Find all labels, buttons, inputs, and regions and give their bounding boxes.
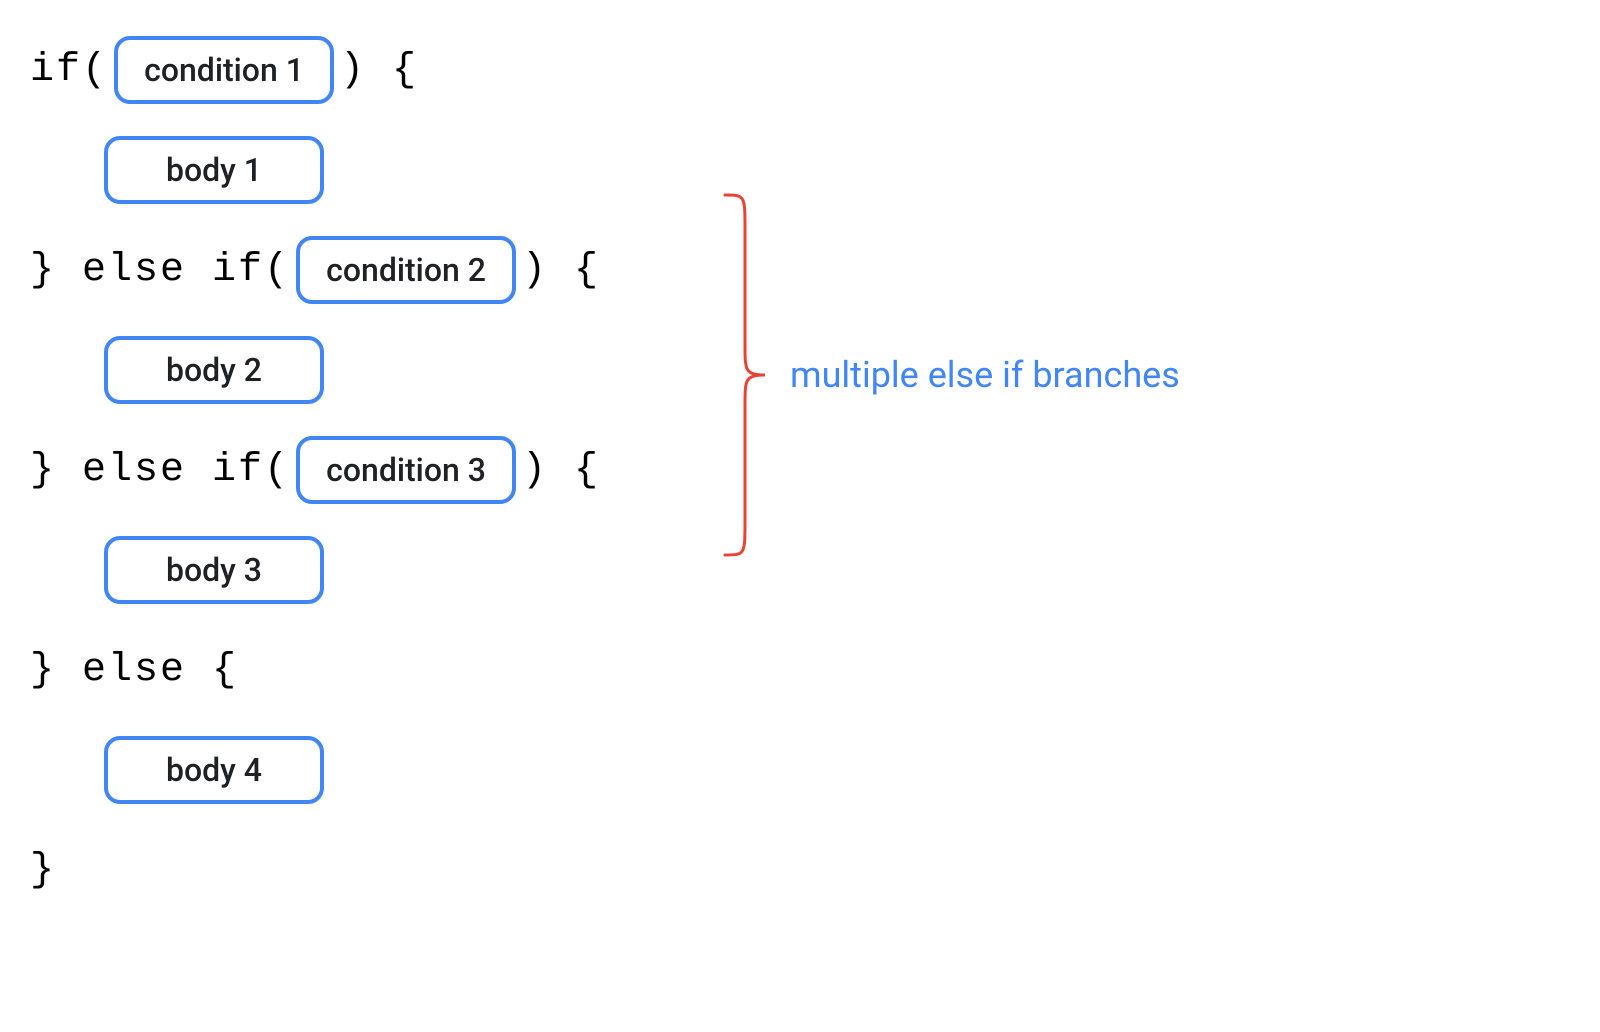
keyword-else: } else { (30, 648, 238, 693)
line-body-4: body 4 (30, 735, 1570, 805)
pill-body-1: body 1 (104, 136, 324, 204)
pill-condition-2: condition 2 (296, 236, 516, 304)
curly-brace-icon (720, 190, 770, 560)
annotation-label: multiple else if branches (790, 354, 1180, 396)
pill-body-2: body 2 (104, 336, 324, 404)
keyword-if: if( (30, 48, 108, 93)
close-paren-brace-1: ) { (340, 48, 418, 93)
pill-condition-3: condition 3 (296, 436, 516, 504)
keyword-else-if-1: } else if( (30, 248, 290, 293)
pill-condition-1: condition 1 (114, 36, 334, 104)
annotation-group: multiple else if branches (720, 190, 1180, 560)
close-paren-brace-2: ) { (522, 248, 600, 293)
pill-body-3: body 3 (104, 536, 324, 604)
keyword-else-if-2: } else if( (30, 448, 290, 493)
line-else: } else { (30, 635, 1570, 705)
line-final-brace: } (30, 835, 1570, 905)
close-paren-brace-3: ) { (522, 448, 600, 493)
pill-body-4: body 4 (104, 736, 324, 804)
line-if: if( condition 1 ) { (30, 35, 1570, 105)
close-brace-final: } (30, 848, 56, 893)
